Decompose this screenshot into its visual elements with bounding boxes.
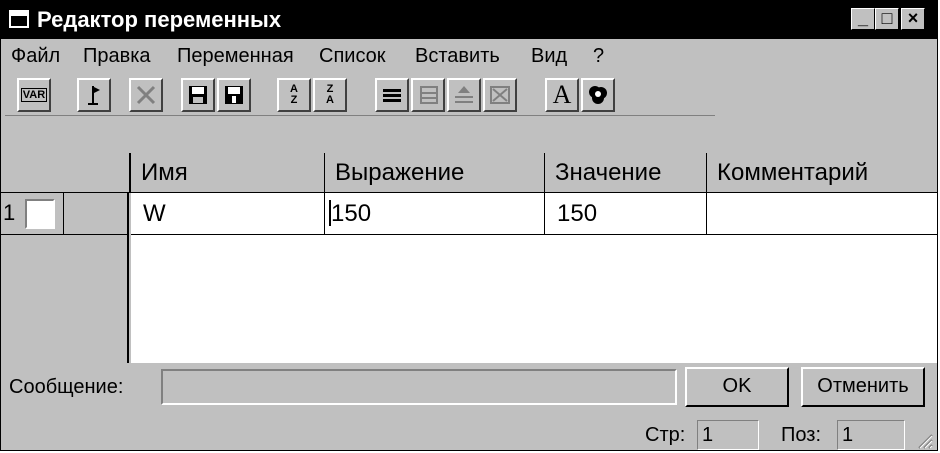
- load-button[interactable]: [217, 78, 251, 112]
- menu-bar: Файл Правка Переменная Список Вставить В…: [1, 39, 937, 73]
- font-button[interactable]: A: [545, 78, 579, 112]
- message-label: Сообщение:: [9, 376, 124, 398]
- flag-icon: [88, 86, 100, 105]
- resize-grip-icon[interactable]: [915, 431, 933, 449]
- minimize-button[interactable]: _: [851, 8, 875, 30]
- insert-row-icon: [420, 86, 438, 104]
- menu-insert[interactable]: Вставить: [415, 45, 500, 67]
- lines-icon: [383, 89, 401, 102]
- menu-list[interactable]: Список: [319, 45, 386, 67]
- table-empty-area[interactable]: [131, 235, 937, 363]
- sort-ascending-button[interactable]: A Z: [277, 78, 311, 112]
- align-button[interactable]: [375, 78, 409, 112]
- insert-row-button[interactable]: [411, 78, 445, 112]
- font-icon: A: [552, 80, 572, 109]
- flag-button[interactable]: [77, 78, 111, 112]
- text-cursor: [329, 199, 331, 226]
- column-header-name[interactable]: Имя: [131, 153, 325, 193]
- move-up-icon: [455, 86, 473, 103]
- delete-variable-button[interactable]: [129, 78, 163, 112]
- variables-table: Имя Выражение Значение Комментарий 1 W 1…: [1, 153, 937, 365]
- cell-name[interactable]: W: [131, 193, 325, 235]
- var-icon: VAR: [20, 88, 48, 102]
- corner-cell: [1, 153, 131, 193]
- delete-icon: [136, 85, 156, 105]
- menu-file[interactable]: Файл: [11, 45, 60, 67]
- row-header-column: [1, 235, 129, 363]
- page-label: Стр:: [645, 424, 686, 446]
- color-icon: [589, 86, 607, 104]
- page-value: 1: [697, 420, 759, 450]
- menu-help[interactable]: ?: [593, 45, 604, 67]
- sort-ascending-icon: A Z: [290, 83, 298, 106]
- status-bar: Стр: 1 Поз: 1: [1, 415, 937, 451]
- menu-edit[interactable]: Правка: [83, 45, 151, 67]
- toolbar: VAR A Z Z A A: [5, 75, 715, 116]
- save-button[interactable]: [181, 78, 215, 112]
- new-variable-button[interactable]: VAR: [17, 78, 51, 112]
- position-label: Поз:: [781, 424, 821, 446]
- title-bar[interactable]: Редактор переменных _ □ ×: [1, 1, 937, 39]
- sort-descending-button[interactable]: Z A: [313, 78, 347, 112]
- color-button[interactable]: [581, 78, 615, 112]
- row-header[interactable]: 1: [1, 193, 129, 235]
- collapse-icon: [490, 86, 510, 104]
- window-icon[interactable]: [9, 10, 29, 28]
- cancel-button[interactable]: Отменить: [801, 367, 925, 407]
- position-value: 1: [837, 420, 905, 450]
- table-header: Имя Выражение Значение Комментарий: [1, 153, 937, 193]
- save-icon: [189, 86, 207, 104]
- move-up-button[interactable]: [447, 78, 481, 112]
- ok-button[interactable]: OK: [685, 367, 789, 407]
- row-checkbox[interactable]: [25, 199, 55, 229]
- cell-comment[interactable]: [707, 193, 937, 235]
- load-icon: [225, 86, 243, 104]
- row-header-divider: [63, 193, 64, 235]
- column-header-value[interactable]: Значение: [545, 153, 707, 193]
- cell-expression[interactable]: 150: [325, 193, 545, 235]
- sort-descending-icon: Z A: [326, 83, 334, 106]
- window-title: Редактор переменных: [37, 7, 282, 32]
- column-header-comment[interactable]: Комментарий: [707, 153, 937, 193]
- collapse-button[interactable]: [483, 78, 517, 112]
- menu-variable[interactable]: Переменная: [177, 45, 294, 67]
- maximize-button[interactable]: □: [875, 8, 899, 30]
- close-button[interactable]: ×: [901, 8, 925, 30]
- message-field: [161, 369, 677, 405]
- variable-editor-window: Редактор переменных _ □ × Файл Правка Пе…: [0, 0, 938, 451]
- row-number: 1: [3, 200, 16, 225]
- menu-view[interactable]: Вид: [531, 45, 567, 67]
- cell-value[interactable]: 150: [545, 193, 707, 235]
- cell-expression-text: 150: [331, 200, 372, 227]
- column-header-expression[interactable]: Выражение: [325, 153, 545, 193]
